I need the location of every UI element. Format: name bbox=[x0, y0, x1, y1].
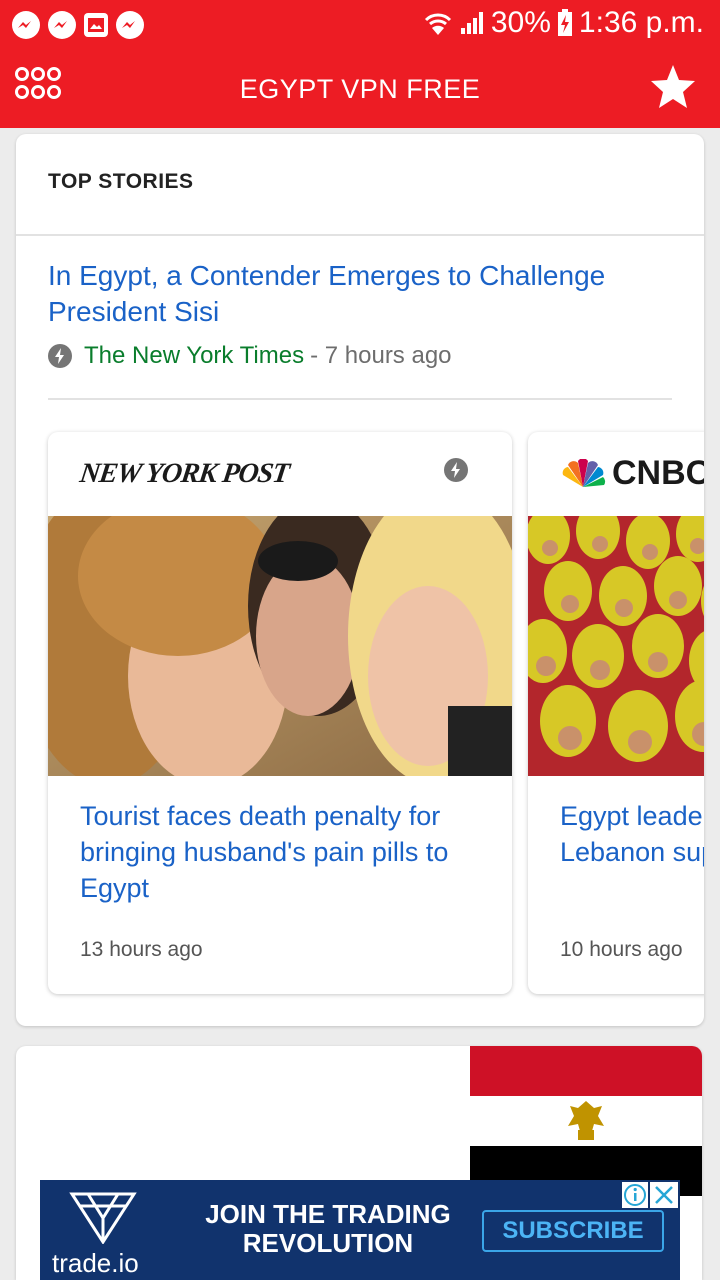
messenger-icon bbox=[12, 11, 40, 39]
star-icon bbox=[651, 65, 695, 108]
ad-subscribe-button[interactable]: SUBSCRIBE bbox=[482, 1210, 664, 1252]
story-title[interactable]: Tourist faces death penalty for bringing… bbox=[80, 798, 490, 906]
battery-percent: 30% bbox=[490, 6, 551, 39]
publisher-logo-area: NEW YORK POST bbox=[48, 432, 512, 516]
publisher-logo: CNBC bbox=[560, 454, 704, 493]
trade-io-logo-icon bbox=[69, 1192, 137, 1244]
story-image bbox=[528, 516, 704, 776]
main-story-source[interactable]: The New York Times bbox=[84, 342, 304, 370]
story-image bbox=[48, 516, 512, 776]
ad-headline: JOIN THE TRADING REVOLUTION bbox=[205, 1199, 451, 1258]
divider bbox=[16, 234, 704, 236]
image-icon bbox=[84, 13, 108, 37]
egypt-flag-image bbox=[470, 1046, 702, 1196]
story-time: 10 hours ago bbox=[560, 938, 683, 961]
ad-brand: trade.io bbox=[52, 1248, 139, 1278]
main-story-source-row: The New York Times - 7 hours ago bbox=[48, 342, 452, 370]
main-story-time: - 7 hours ago bbox=[310, 342, 452, 369]
wifi-icon bbox=[424, 13, 451, 35]
amp-bolt-icon bbox=[444, 458, 468, 482]
info-icon bbox=[624, 1184, 646, 1206]
signal-icon bbox=[460, 12, 483, 34]
publisher-name: CNBC bbox=[612, 454, 704, 492]
story-card[interactable]: CNBC Egypt leader tensions flare and Leb… bbox=[528, 432, 704, 994]
story-time: 13 hours ago bbox=[80, 938, 203, 961]
notification-icons bbox=[12, 11, 144, 39]
status-bar: 30% 1:36 p.m. bbox=[0, 0, 720, 52]
publisher-logo: NEW YORK POST bbox=[77, 458, 291, 489]
amp-bolt-icon bbox=[48, 344, 72, 368]
top-stories-header: TOP STORIES bbox=[48, 170, 194, 193]
app-bar: EGYPT VPN FREE bbox=[0, 52, 720, 128]
peacock-icon bbox=[562, 458, 606, 487]
main-story-headline[interactable]: In Egypt, a Contender Emerges to Challen… bbox=[48, 258, 648, 330]
publisher-logo-area: CNBC bbox=[528, 432, 704, 516]
story-card[interactable]: NEW YORK POST Tourist faces death penalt… bbox=[48, 432, 512, 994]
messenger-icon bbox=[116, 11, 144, 39]
app-title: EGYPT VPN FREE bbox=[239, 74, 481, 104]
battery-charging-icon bbox=[557, 9, 572, 36]
clock: 1:36 p.m. bbox=[578, 6, 704, 39]
top-stories-card: TOP STORIES In Egypt, a Contender Emerge… bbox=[16, 134, 704, 1026]
ad-banner[interactable]: trade.io JOIN THE TRADING REVOLUTION SUB… bbox=[40, 1180, 680, 1280]
close-icon bbox=[655, 1186, 673, 1204]
story-title[interactable]: Egypt leader tensions flare and Lebanon … bbox=[560, 798, 704, 870]
ad-info-button[interactable] bbox=[622, 1182, 648, 1208]
ad-close-button[interactable] bbox=[650, 1182, 678, 1208]
messenger-icon bbox=[48, 11, 76, 39]
favorite-button[interactable] bbox=[648, 62, 698, 112]
divider bbox=[48, 398, 672, 400]
